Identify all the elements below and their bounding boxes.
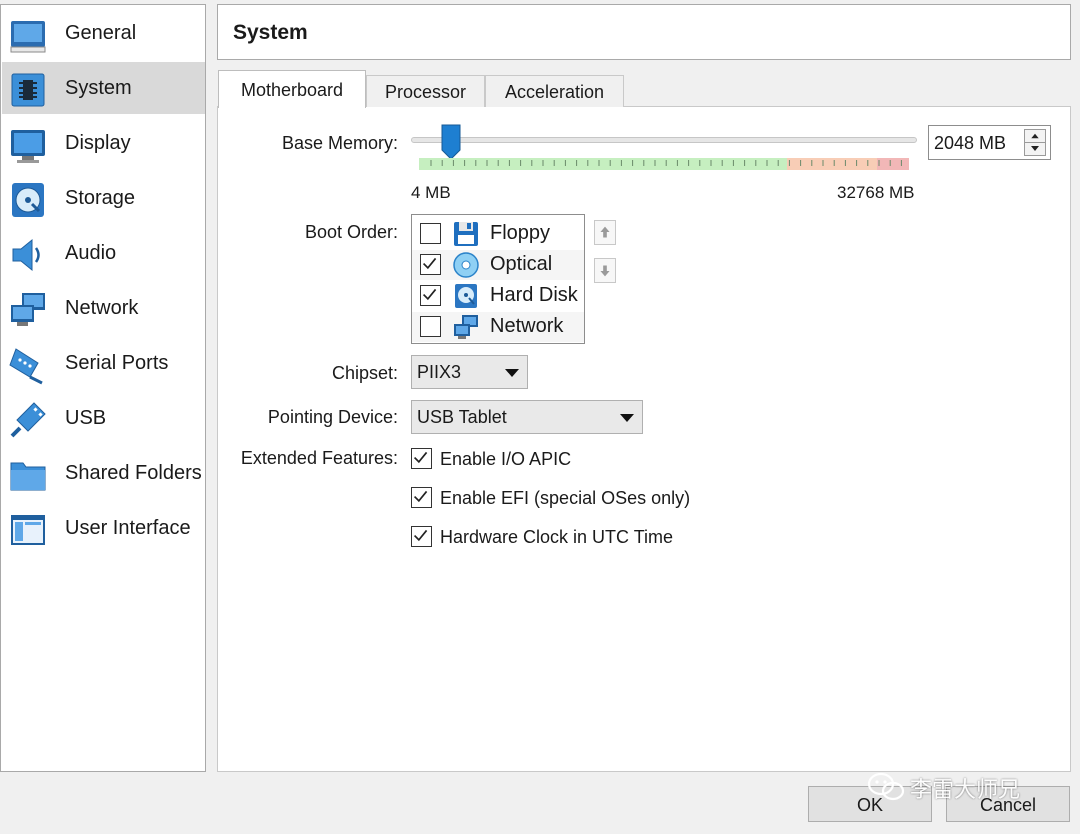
pointing-device-value: USB Tablet [417,407,507,427]
tab-label: Processor [384,82,467,102]
watermark-text: 李雷大师兄 [910,777,1021,802]
chip-icon [11,73,45,107]
boot-floppy-checkbox[interactable] [420,223,441,244]
watermark: 李雷大师兄 [864,770,1054,802]
check-icon [422,288,437,301]
chipset-label: Chipset: [331,363,398,383]
tab-panel-motherboard [217,106,1071,772]
move-down-icon[interactable] [594,258,616,283]
sidebar-item-label: USB [65,406,107,429]
enable-efi-checkbox[interactable] [411,487,432,508]
tab-label: Motherboard [240,80,344,100]
optical-disc-icon [453,252,479,278]
boot-network-checkbox[interactable] [420,316,441,337]
sidebar-item-label: Audio [65,241,117,264]
sidebar-item-label: Network [65,296,139,319]
sidebar-item-usb[interactable]: USB [2,392,205,444]
tab-processor[interactable]: Processor [366,75,485,107]
chevron-down-icon [620,414,634,422]
feature-label: Enable EFI (special OSes only) [440,488,691,508]
memory-spinbox[interactable]: 2048 MB [928,125,1051,160]
feature-label: Enable I/O APIC [440,449,572,469]
sidebar-item-system[interactable]: System [2,62,205,114]
move-up-icon[interactable] [594,220,616,245]
boot-order-list: Floppy Optical Hard Disk Network [411,214,585,344]
page-header: System [217,4,1071,60]
settings-sidebar: General System Display Storage Audio Net… [0,4,206,772]
sidebar-item-network[interactable]: Network [2,282,205,334]
check-icon [413,529,428,542]
folder-icon [10,462,46,491]
boot-item-hard-disk[interactable]: Hard Disk [412,281,584,311]
disk-icon [12,183,44,217]
boot-item-label: Network [490,315,564,337]
chipset-select[interactable]: PIIX3 [411,355,528,389]
sidebar-item-label: User Interface [65,516,191,539]
chevron-down-icon [505,369,519,377]
memory-min-label: 4 MB [411,183,451,202]
hardware-clock-utc-option[interactable]: Hardware Clock in UTC Time [411,524,681,552]
sidebar-item-shared-folders[interactable]: Shared Folders [2,447,205,499]
spin-up-icon[interactable] [1025,130,1045,143]
boot-optical-checkbox[interactable] [420,254,441,275]
sidebar-item-serial-ports[interactable]: Serial Ports [2,337,205,389]
check-icon [413,451,428,464]
boot-item-floppy[interactable]: Floppy [412,219,584,249]
check-icon [422,257,437,270]
memory-range-scale [419,158,909,170]
sidebar-item-user-interface[interactable]: User Interface [2,502,205,554]
boot-item-label: Hard Disk [490,284,578,306]
sidebar-item-label: Shared Folders [65,461,202,484]
sidebar-item-display[interactable]: Display [2,117,205,169]
hardware-clock-utc-checkbox[interactable] [411,526,432,547]
usb-icon [10,402,46,438]
network-icon [11,293,45,326]
serial-port-icon [9,348,43,385]
tab-motherboard[interactable]: Motherboard [218,70,366,108]
boot-item-network[interactable]: Network [412,312,584,342]
sidebar-item-label: Serial Ports [65,351,169,374]
boot-item-label: Floppy [490,222,551,244]
memory-slider-groove[interactable] [411,137,917,143]
general-icon [10,21,46,53]
boot-hard-disk-checkbox[interactable] [420,285,441,306]
wechat-icon [867,772,905,801]
sidebar-item-storage[interactable]: Storage [2,172,205,224]
sidebar-item-label: General [65,21,137,44]
memory-max-label: 32768 MB [837,183,915,202]
pointing-device-select[interactable]: USB Tablet [411,400,643,434]
extended-features-label: Extended Features: [240,448,398,468]
spin-down-icon[interactable] [1025,143,1045,155]
tab-label: Acceleration [504,82,605,102]
window-icon [11,515,45,545]
speaker-icon [12,238,40,272]
boot-item-label: Optical [490,253,553,275]
enable-io-apic-option[interactable]: Enable I/O APIC [411,446,611,474]
memory-slider-handle[interactable] [440,124,462,160]
chipset-value: PIIX3 [417,362,462,382]
sidebar-item-audio[interactable]: Audio [2,227,205,279]
base-memory-label: Base Memory: [281,133,398,153]
boot-order-label: Boot Order: [304,222,398,242]
spin-buttons [1024,129,1046,156]
feature-label: Hardware Clock in UTC Time [440,527,674,547]
pointing-device-label: Pointing Device: [267,407,398,427]
sidebar-item-label: Storage [65,186,136,209]
enable-io-apic-checkbox[interactable] [411,448,432,469]
check-icon [413,490,428,503]
tab-acceleration[interactable]: Acceleration [485,75,624,107]
memory-value: 2048 MB [934,133,1007,153]
floppy-icon [454,222,478,246]
sidebar-item-general[interactable]: General [2,7,205,59]
sidebar-item-label: System [65,76,132,99]
network-icon [454,315,478,339]
monitor-icon [11,130,45,163]
boot-item-optical[interactable]: Optical [412,250,584,280]
hard-disk-icon [455,284,477,308]
sidebar-item-label: Display [65,131,131,154]
page-title: System [233,21,308,44]
enable-efi-option[interactable]: Enable EFI (special OSes only) [411,485,701,513]
